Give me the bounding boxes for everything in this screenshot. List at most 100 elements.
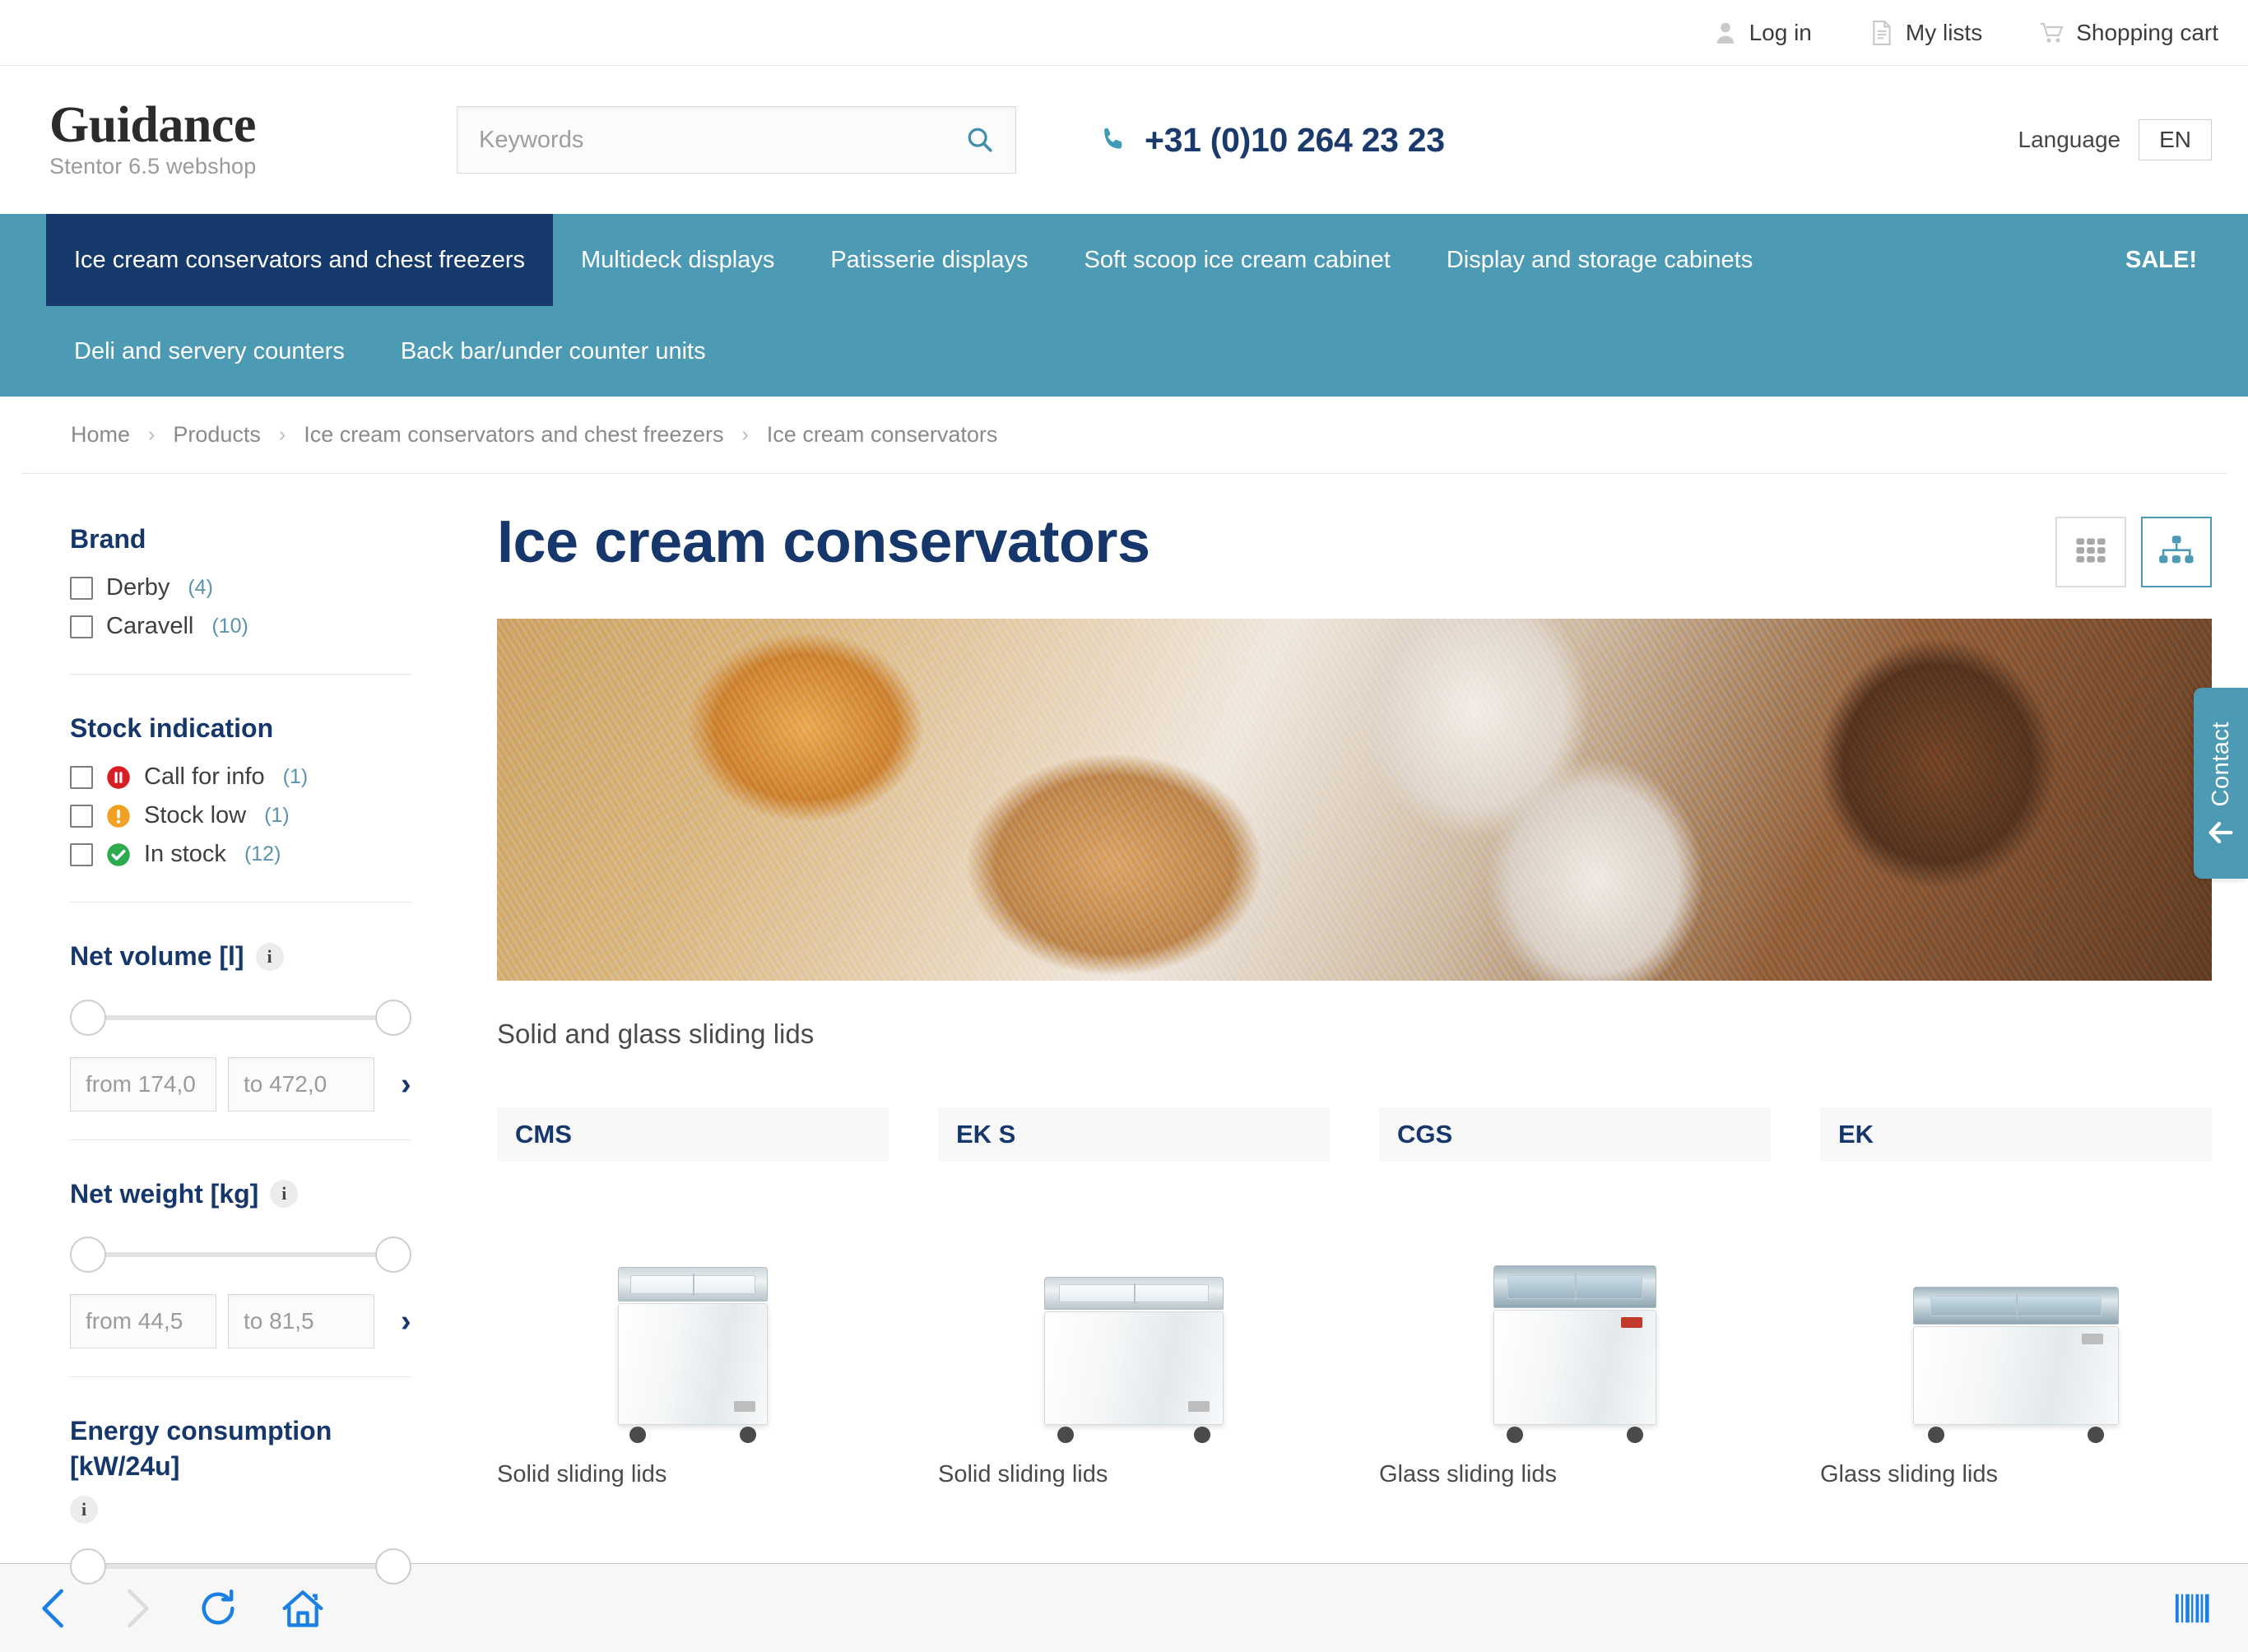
phone-number: +31 (0)10 264 23 23 [1145, 120, 1445, 159]
nav-row-secondary: Deli and servery counters Back bar/under… [0, 306, 2248, 397]
product-name: CGS [1379, 1107, 1771, 1162]
language-selector[interactable]: Language EN [2018, 119, 2212, 160]
nav-label: Display and storage cabinets [1446, 246, 1753, 273]
nav-row-primary: Ice cream conservators and chest freezer… [0, 214, 2248, 306]
product-card[interactable]: EK S Solid sliding lids [938, 1107, 1330, 1488]
breadcrumb-separator: › [741, 423, 749, 446]
checkbox-in-stock[interactable] [70, 842, 93, 866]
nav-item-back-bar-units[interactable]: Back bar/under counter units [373, 306, 734, 397]
checkbox-stock-low[interactable] [70, 804, 93, 828]
search-icon[interactable] [966, 126, 994, 154]
freezer-illustration [1913, 1287, 2119, 1443]
net-weight-from-input[interactable] [86, 1307, 201, 1334]
filter-option-derby[interactable]: Derby (4) [70, 568, 411, 607]
slider-track [85, 1251, 397, 1257]
slider-knob-min[interactable] [70, 1236, 106, 1273]
home-icon[interactable] [281, 1588, 324, 1629]
phone-block[interactable]: +31 (0)10 264 23 23 [1098, 121, 1445, 160]
nav-label: Deli and servery counters [74, 337, 345, 364]
slider-knob-min[interactable] [70, 1548, 106, 1585]
net-weight-apply-button[interactable]: › [401, 1306, 411, 1337]
nav-item-patisserie-displays[interactable]: Patisserie displays [802, 214, 1056, 306]
my-lists-link[interactable]: My lists [1869, 20, 1982, 46]
product-name: EK S [938, 1107, 1330, 1162]
breadcrumb-item-home[interactable]: Home [71, 422, 130, 448]
product-card[interactable]: EK Glass sliding lids [1820, 1107, 2212, 1488]
nav-item-soft-scoop-cabinet[interactable]: Soft scoop ice cream cabinet [1057, 214, 1419, 306]
filter-option-stock-low[interactable]: Stock low (1) [70, 796, 411, 835]
filter-sidebar: Brand Derby (4) Caravell (10) Stock indi… [0, 474, 461, 1652]
energy-consumption-slider[interactable] [70, 1548, 411, 1585]
nav-item-ice-cream-conservators[interactable]: Ice cream conservators and chest freezer… [46, 214, 554, 306]
breadcrumb-item-current[interactable]: Ice cream conservators [767, 422, 998, 448]
breadcrumb-item-category[interactable]: Ice cream conservators and chest freezer… [304, 422, 723, 448]
filter-title-energy-consumption: Energy consumption [kW/24u] i [70, 1413, 411, 1524]
net-volume-to-input[interactable] [244, 1070, 359, 1097]
forward-arrow-icon[interactable] [117, 1588, 155, 1629]
product-card[interactable]: CGS Glass sliding lids [1379, 1107, 1771, 1488]
product-caption: Glass sliding lids [1379, 1461, 1557, 1487]
net-weight-to-input[interactable] [244, 1307, 359, 1334]
checkbox-caravell[interactable] [70, 615, 93, 638]
product-image [497, 1176, 889, 1448]
phone-icon [1098, 125, 1128, 155]
info-icon[interactable]: i [270, 1180, 299, 1209]
reload-icon[interactable] [197, 1588, 239, 1629]
filter-option-caravell[interactable]: Caravell (10) [70, 607, 411, 646]
nav-item-display-storage-cabinets[interactable]: Display and storage cabinets [1419, 214, 1781, 306]
tree-view-button[interactable] [2141, 517, 2212, 587]
shopping-cart-link[interactable]: Shopping cart [2040, 20, 2218, 46]
filter-option-call-for-info[interactable]: Call for info (1) [70, 758, 411, 796]
contact-tab[interactable]: Contact [2194, 688, 2248, 879]
net-volume-slider[interactable] [70, 999, 411, 1036]
nav-item-deli-servery-counters[interactable]: Deli and servery counters [46, 306, 373, 397]
net-volume-from-input[interactable] [86, 1070, 201, 1097]
info-icon[interactable]: i [255, 942, 284, 971]
net-volume-to-field[interactable] [228, 1056, 374, 1111]
barcode-icon[interactable] [2174, 1590, 2212, 1626]
my-lists-label: My lists [1905, 19, 1983, 45]
language-code[interactable]: EN [2139, 119, 2212, 160]
filter-title-brand: Brand [70, 524, 146, 554]
cart-icon [2040, 20, 2065, 46]
filter-option-in-stock[interactable]: In stock (12) [70, 835, 411, 874]
freezer-illustration [1493, 1265, 1656, 1443]
net-weight-to-field[interactable] [228, 1293, 374, 1348]
product-card[interactable]: CMS Solid sliding lids [497, 1107, 889, 1488]
tree-hierarchy-icon [2157, 531, 2195, 573]
site-logo[interactable]: Guidance Stentor 6.5 webshop [49, 100, 444, 179]
grid-view-button[interactable] [2055, 517, 2126, 587]
net-volume-from-field[interactable] [70, 1056, 216, 1111]
search-box[interactable] [457, 106, 1016, 174]
net-weight-range-inputs: › [70, 1293, 411, 1348]
page-title: Ice cream conservators [497, 509, 1150, 575]
view-toggle-group [2055, 517, 2212, 587]
product-caption: Solid sliding lids [938, 1461, 1108, 1487]
logo-subtitle: Stentor 6.5 webshop [49, 153, 257, 179]
slider-knob-max[interactable] [375, 1548, 411, 1585]
nav-item-multideck-displays[interactable]: Multideck displays [553, 214, 802, 306]
breadcrumb-item-products[interactable]: Products [173, 422, 261, 448]
search-area [457, 106, 1016, 174]
slider-track [85, 1014, 397, 1020]
filter-label: Stock low [144, 802, 247, 829]
filter-group-net-volume: Net volume [l] i › [70, 902, 411, 1139]
net-volume-apply-button[interactable]: › [401, 1069, 411, 1100]
freezer-illustration [618, 1267, 768, 1443]
info-icon[interactable]: i [70, 1496, 98, 1524]
nav-label: Ice cream conservators and chest freezer… [74, 246, 526, 273]
in-stock-icon [106, 842, 131, 867]
nav-label: Multideck displays [581, 246, 775, 273]
back-arrow-icon[interactable] [36, 1588, 74, 1629]
slider-knob-min[interactable] [70, 999, 106, 1036]
net-weight-slider[interactable] [70, 1236, 411, 1273]
slider-knob-max[interactable] [375, 999, 411, 1036]
checkbox-call-for-info[interactable] [70, 765, 93, 789]
slider-knob-max[interactable] [375, 1236, 411, 1273]
checkbox-derby[interactable] [70, 576, 93, 600]
nav-item-sale[interactable]: SALE! [2125, 214, 2248, 306]
net-weight-from-field[interactable] [70, 1293, 216, 1348]
user-icon [1713, 20, 1738, 46]
login-link[interactable]: Log in [1713, 20, 1812, 46]
search-input[interactable] [479, 126, 966, 154]
